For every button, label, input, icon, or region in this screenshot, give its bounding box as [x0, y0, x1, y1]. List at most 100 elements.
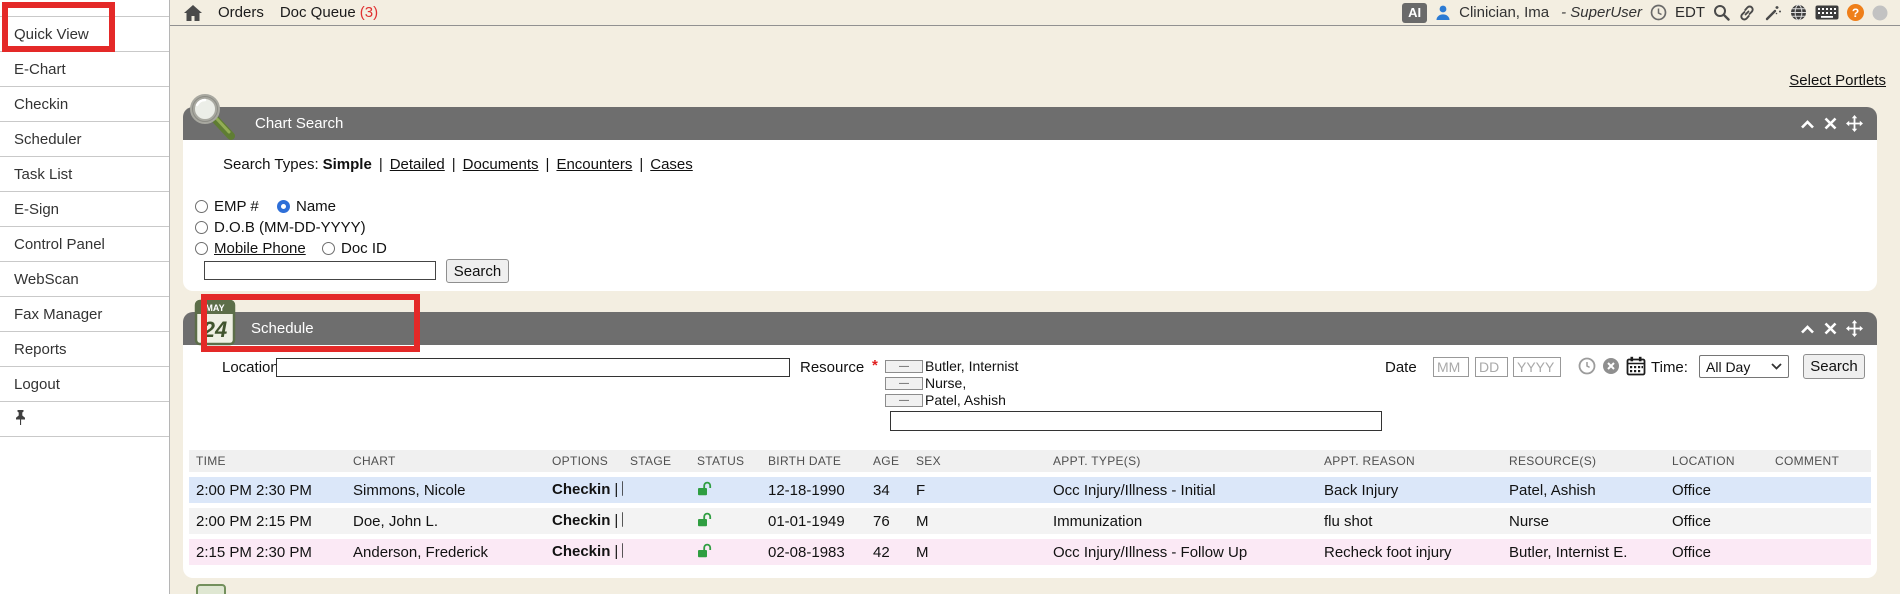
- sidebar-pin-toggle[interactable]: [0, 402, 169, 437]
- select-portlets-link[interactable]: Select Portlets: [1789, 72, 1886, 89]
- user-name[interactable]: Clinician, Ima: [1459, 4, 1549, 21]
- doc-queue-count: (3): [360, 4, 378, 21]
- keyboard-icon[interactable]: [1815, 5, 1839, 20]
- add-appointment-icon[interactable]: [622, 514, 623, 531]
- col-chart: CHART: [346, 450, 545, 472]
- radio-mobile-phone[interactable]: Mobile Phone: [195, 240, 306, 257]
- col-sex: SEX: [909, 450, 1046, 472]
- time-label: Time:: [1651, 359, 1688, 376]
- calendar-picker-icon[interactable]: [1626, 356, 1646, 376]
- radio-name[interactable]: Name: [277, 198, 336, 215]
- table-header-row: TIME CHART OPTIONS STAGE STATUS BIRTH DA…: [189, 450, 1871, 472]
- search-type-documents[interactable]: Documents: [463, 156, 539, 173]
- resource-input[interactable]: [890, 411, 1382, 431]
- sidebar-item-task-list[interactable]: Task List: [0, 157, 169, 192]
- date-year-input[interactable]: [1513, 357, 1561, 377]
- checkin-link[interactable]: Checkin: [552, 512, 610, 529]
- calendar-portlet-icon: MAY24: [194, 298, 236, 351]
- unlocked-icon: [697, 483, 713, 500]
- help-icon[interactable]: ?: [1847, 4, 1864, 21]
- table-row: 2:15 PM 2:30 PM Anderson, Frederick Chec…: [189, 539, 1871, 565]
- clock-icon: [1650, 4, 1667, 21]
- location-input[interactable]: [276, 358, 790, 377]
- col-age: AGE: [866, 450, 909, 472]
- col-comment: COMMENT: [1768, 450, 1871, 472]
- home-icon[interactable]: [184, 5, 202, 21]
- collapse-icon[interactable]: [1800, 118, 1815, 130]
- search-type-cases[interactable]: Cases: [650, 156, 693, 173]
- search-type-simple[interactable]: Simple: [323, 156, 372, 173]
- resource-checkbox[interactable]: —: [885, 377, 923, 390]
- sidebar-item-webscan[interactable]: WebScan: [0, 262, 169, 297]
- svg-text:MAY: MAY: [205, 303, 224, 313]
- date-day-input[interactable]: [1475, 357, 1508, 377]
- chart-search-body: Search Types:Simple|Detailed|Documents|E…: [183, 140, 1877, 291]
- time-select[interactable]: All Day: [1699, 355, 1789, 378]
- clear-date-icon[interactable]: [1602, 357, 1620, 375]
- time-clock-icon[interactable]: [1578, 357, 1596, 375]
- radio-icon[interactable]: [277, 200, 290, 213]
- add-appointment-icon[interactable]: [622, 483, 623, 500]
- col-time: TIME: [189, 450, 346, 472]
- close-icon[interactable]: [1824, 117, 1837, 130]
- global-search-icon[interactable]: [1713, 4, 1730, 21]
- checkin-link[interactable]: Checkin: [552, 481, 610, 498]
- unlocked-icon: [697, 545, 713, 562]
- schedule-search-button[interactable]: Search: [1803, 354, 1865, 379]
- globe-icon[interactable]: [1790, 4, 1807, 21]
- table-row: 2:00 PM 2:15 PM Doe, John L. Checkin| 01…: [189, 508, 1871, 534]
- sidebar-item-fax-manager[interactable]: Fax Manager: [0, 297, 169, 332]
- sidebar-nav: Quick View E-Chart Checkin Scheduler Tas…: [0, 0, 170, 594]
- partial-portlet-icon: [196, 584, 226, 594]
- search-type-encounters[interactable]: Encounters: [556, 156, 632, 173]
- date-month-input[interactable]: [1433, 357, 1469, 377]
- radio-icon[interactable]: [195, 242, 208, 255]
- timezone-label: EDT: [1675, 4, 1705, 21]
- unlocked-icon: [697, 514, 713, 531]
- checkin-link[interactable]: Checkin: [552, 543, 610, 560]
- nav-doc-queue-link[interactable]: Doc Queue(3): [280, 4, 378, 21]
- status-circle-icon: [1872, 5, 1888, 21]
- col-appt-type: APPT. TYPE(S): [1046, 450, 1317, 472]
- sidebar-item-scheduler[interactable]: Scheduler: [0, 122, 169, 157]
- time-select-value: All Day: [1706, 359, 1750, 375]
- nav-orders-link[interactable]: Orders: [218, 4, 264, 21]
- radio-doc-id[interactable]: Doc ID: [322, 240, 387, 257]
- schedule-title: Schedule: [251, 320, 314, 337]
- schedule-header: Schedule: [183, 312, 1877, 345]
- pin-icon: [14, 409, 27, 430]
- user-role: - SuperUser: [1561, 4, 1642, 21]
- radio-dob[interactable]: D.O.B (MM-DD-YYYY): [195, 219, 366, 236]
- move-icon[interactable]: [1846, 320, 1863, 337]
- chart-search-input[interactable]: [204, 261, 436, 280]
- radio-emp-number[interactable]: EMP #: [195, 198, 259, 215]
- date-label: Date: [1385, 359, 1417, 376]
- resource-label: Resource: [800, 359, 864, 376]
- link-icon[interactable]: [1738, 4, 1756, 22]
- sidebar-item-e-chart[interactable]: E-Chart: [0, 52, 169, 87]
- wand-icon[interactable]: [1764, 4, 1782, 22]
- move-icon[interactable]: [1846, 115, 1863, 132]
- sidebar-item-checkin[interactable]: Checkin: [0, 87, 169, 122]
- radio-icon[interactable]: [322, 242, 335, 255]
- appointments-table: TIME CHART OPTIONS STAGE STATUS BIRTH DA…: [189, 445, 1871, 570]
- add-appointment-icon[interactable]: [622, 545, 623, 562]
- search-types-row: Search Types:Simple|Detailed|Documents|E…: [223, 156, 693, 173]
- sidebar-item-e-sign[interactable]: E-Sign: [0, 192, 169, 227]
- resource-checkbox[interactable]: —: [885, 394, 923, 407]
- search-type-detailed[interactable]: Detailed: [390, 156, 445, 173]
- radio-icon[interactable]: [195, 200, 208, 213]
- portlet-controls: [1800, 115, 1877, 132]
- sidebar-item-reports[interactable]: Reports: [0, 332, 169, 367]
- radio-icon[interactable]: [195, 221, 208, 234]
- schedule-body: Location Resource * —Butler, Internist —…: [183, 345, 1877, 578]
- sidebar-item-control-panel[interactable]: Control Panel: [0, 227, 169, 262]
- chart-search-button[interactable]: Search: [446, 259, 509, 283]
- application-window: Quick View E-Chart Checkin Scheduler Tas…: [0, 0, 1900, 594]
- col-appt-reason: APPT. REASON: [1317, 450, 1502, 472]
- sidebar-item-quick-view[interactable]: Quick View: [0, 17, 169, 52]
- sidebar-item-logout[interactable]: Logout: [0, 367, 169, 402]
- resource-checkbox[interactable]: —: [885, 360, 923, 373]
- close-icon[interactable]: [1824, 322, 1837, 335]
- collapse-icon[interactable]: [1800, 323, 1815, 335]
